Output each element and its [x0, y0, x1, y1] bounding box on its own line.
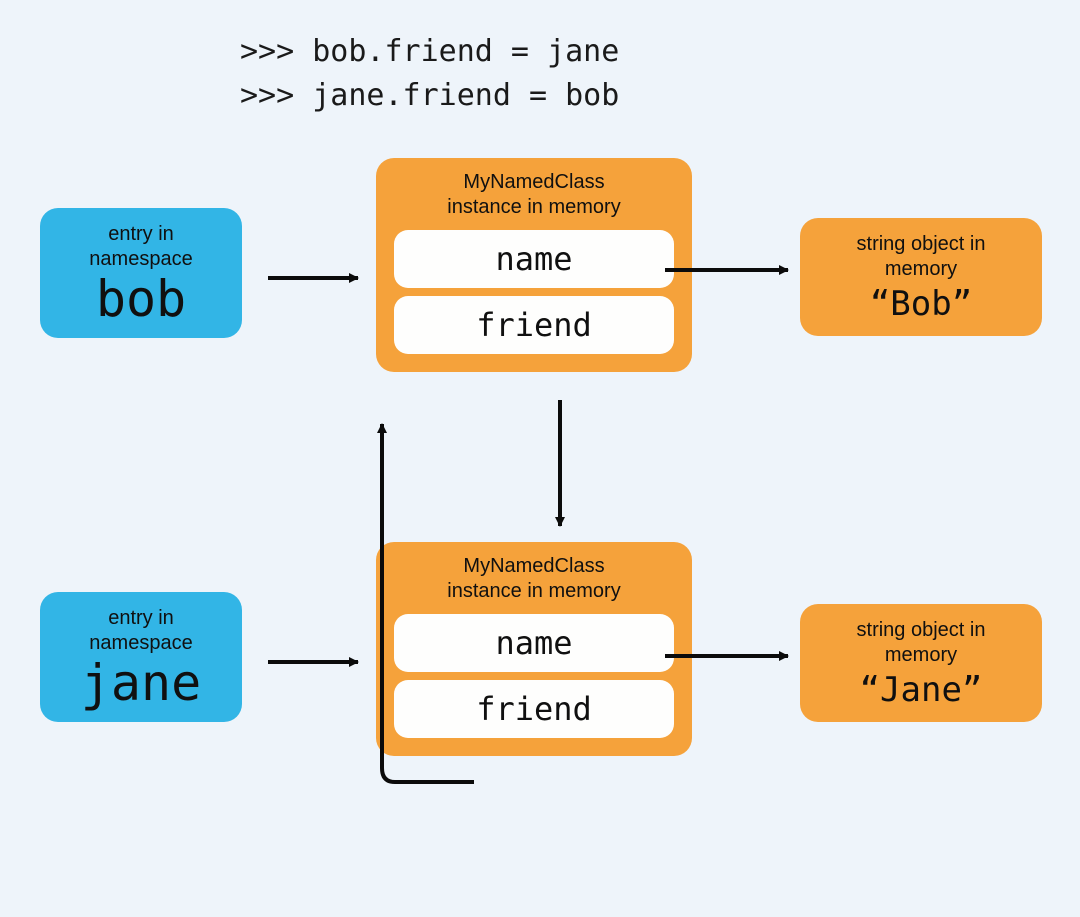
namespace-entry-jane: entry in namespace jane — [40, 592, 242, 722]
arrows-layer — [0, 0, 1080, 917]
attr-slot-name-bob: name — [394, 230, 674, 288]
code-line-2: >>> jane.friend = bob — [240, 74, 619, 118]
string-label: string object in memory — [806, 618, 1036, 668]
string-box-bob: string object in memory “Bob” — [800, 218, 1042, 336]
namespace-label: entry in namespace — [46, 606, 236, 656]
instance-box-bob: MyNamedClass instance in memory name fri… — [376, 158, 692, 372]
attr-slot-friend-jane: friend — [394, 680, 674, 738]
repl-code: >>> bob.friend = jane >>> jane.friend = … — [240, 30, 619, 117]
string-label: string object in memory — [806, 232, 1036, 282]
string-value-jane: “Jane” — [806, 670, 1036, 710]
instance-box-jane: MyNamedClass instance in memory name fri… — [376, 542, 692, 756]
instance-label: MyNamedClass instance in memory — [394, 554, 674, 604]
string-value-bob: “Bob” — [806, 284, 1036, 324]
string-box-jane: string object in memory “Jane” — [800, 604, 1042, 722]
instance-label: MyNamedClass instance in memory — [394, 170, 674, 220]
namespace-entry-bob: entry in namespace bob — [40, 208, 242, 338]
namespace-name-jane: jane — [46, 654, 236, 712]
code-line-1: >>> bob.friend = jane — [240, 30, 619, 74]
namespace-label: entry in namespace — [46, 222, 236, 272]
namespace-name-bob: bob — [46, 270, 236, 328]
attr-slot-name-jane: name — [394, 614, 674, 672]
attr-slot-friend-bob: friend — [394, 296, 674, 354]
